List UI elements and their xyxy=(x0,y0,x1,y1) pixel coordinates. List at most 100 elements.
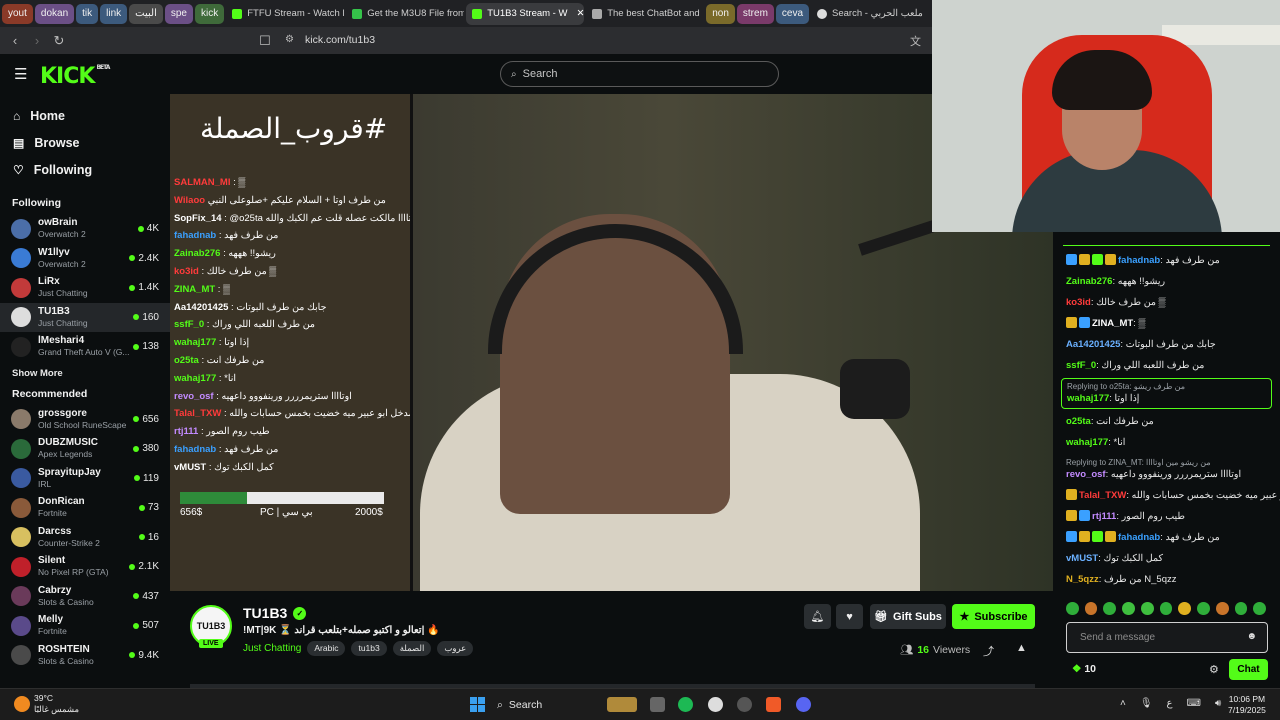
chat-message[interactable]: ssfF_0: من طرف اللعبه اللي وراك xyxy=(1053,355,1280,376)
chat-settings-icon[interactable]: ⚙ xyxy=(1209,663,1219,676)
pinned-tab[interactable]: tik xyxy=(76,3,99,24)
mic-icon[interactable]: 🎙︎ xyxy=(1140,698,1153,709)
chat-username[interactable]: Talal_TXW xyxy=(1079,490,1126,501)
url-field[interactable]: kick.com/tu1b3 xyxy=(305,34,375,46)
volume-icon[interactable]: 🔊︎ xyxy=(1215,698,1221,709)
chat-username[interactable]: rtj111 xyxy=(1092,511,1116,522)
taskbar-search[interactable]: ⌕ Search xyxy=(497,695,542,715)
chat-message[interactable]: wahaj177: *انا xyxy=(1053,432,1280,453)
emote-icon[interactable] xyxy=(1234,602,1248,615)
pinned-tab[interactable]: dokan xyxy=(34,3,75,24)
bookmark-icon[interactable]: ☐ xyxy=(254,33,276,49)
sidebar-channel[interactable]: grossgore Old School RuneScape 656 xyxy=(0,405,170,435)
forward-icon[interactable]: › xyxy=(26,33,48,48)
sidebar-channel[interactable]: Melly Fortnite 507 xyxy=(0,611,170,641)
sidebar-channel[interactable]: owBrain Overwatch 2 4K xyxy=(0,214,170,244)
sidebar-channel[interactable]: Silent No Pixel RP (GTA) 2.1K xyxy=(0,552,170,582)
network-icon[interactable]: ⌨ xyxy=(1187,698,1201,709)
search-input[interactable]: ⌕ Search xyxy=(500,61,779,87)
chat-username[interactable]: wahaj177 xyxy=(1066,437,1108,448)
report-icon[interactable]: ▲ xyxy=(1016,642,1027,654)
sidebar-channel[interactable]: W1llyv Overwatch 2 2.4K xyxy=(0,244,170,274)
chat-message[interactable]: fahadnab: من طرف فهد xyxy=(1053,250,1280,271)
start-button[interactable] xyxy=(470,697,485,712)
category-link[interactable]: Just Chatting xyxy=(243,643,301,654)
emoji-icon[interactable]: ☻ xyxy=(1246,631,1257,642)
pinned-tab[interactable]: spe xyxy=(164,3,193,24)
pinned-tab[interactable]: link xyxy=(100,3,128,24)
widget-icon[interactable] xyxy=(607,697,637,712)
emote-icon[interactable] xyxy=(1159,602,1173,615)
chat-message[interactable]: Aa14201425: جابك من طرف البوتات xyxy=(1053,334,1280,355)
chat-username[interactable]: fahadnab xyxy=(1118,255,1160,266)
sidebar-channel[interactable]: DonRican Fortnite 73 xyxy=(0,493,170,523)
chat-message[interactable]: rtj111: طيب روم الصور xyxy=(1053,506,1280,527)
emote-icon[interactable] xyxy=(1122,602,1135,615)
chat-username[interactable]: ZINA_MT xyxy=(1092,318,1133,329)
menu-icon[interactable]: ☰ xyxy=(14,65,27,83)
chat-input[interactable]: Send a message ☻ xyxy=(1066,622,1268,653)
chat-message[interactable]: vMUST: كمل الكبك توك xyxy=(1053,548,1280,569)
emote-icon[interactable] xyxy=(1103,602,1117,615)
chat-message[interactable]: N_5qzz: من طرف N_5qzz xyxy=(1053,569,1280,590)
emote-icon[interactable] xyxy=(1140,602,1154,615)
chat-username[interactable]: vMUST xyxy=(1066,553,1098,564)
task-view-icon[interactable] xyxy=(650,697,665,712)
gift-subs-button[interactable]: 🎁︎ Gift Subs xyxy=(870,604,946,629)
sidebar-channel[interactable]: SprayitupJay IRL 119 xyxy=(0,464,170,494)
chat-send-button[interactable]: Chat xyxy=(1229,659,1268,680)
chat-reply-message[interactable]: Replying to ZINA_MT: من ريشو مين اوتاااا… xyxy=(1053,453,1280,485)
chat-username[interactable]: ssfF_0 xyxy=(1066,360,1096,371)
kick-logo[interactable]: KICK BETA xyxy=(40,64,110,89)
chat-username[interactable]: wahaj177 xyxy=(1067,393,1109,404)
chat-username[interactable]: o25ta xyxy=(1066,416,1091,427)
obs-icon[interactable] xyxy=(708,697,723,712)
back-icon[interactable]: ‹ xyxy=(4,33,26,48)
sidebar-channel[interactable]: Cabrzy Slots & Casino 437 xyxy=(0,582,170,612)
chat-reply-message[interactable]: Replying to o25ta: من طرف ريشو wahaj177: … xyxy=(1061,378,1272,409)
browser-tab[interactable]: Get the M3U8 File from xyxy=(346,3,464,25)
share-icon[interactable]: ⤴ xyxy=(983,643,994,659)
clock[interactable]: 10:06 PM 7/19/2025 xyxy=(1228,694,1266,716)
show-more-button[interactable]: Show More xyxy=(0,362,170,386)
discord-icon[interactable] xyxy=(796,697,811,712)
chat-username[interactable]: ko3id xyxy=(1066,297,1091,308)
site-info-icon[interactable]: ⚙ xyxy=(285,34,294,45)
pinned-tab[interactable]: ceva xyxy=(775,3,810,24)
close-icon[interactable]: ✕ xyxy=(576,8,584,19)
emote-icon[interactable] xyxy=(1253,602,1267,615)
sidebar-channel[interactable]: TU1B3 Just Chatting 160 xyxy=(0,302,170,332)
browser-tab[interactable]: TU1B3 Stream - W ✕ xyxy=(466,2,585,25)
browser-tab[interactable]: The best ChatBot and xyxy=(586,3,704,25)
emote-icon[interactable] xyxy=(1215,602,1229,615)
chat-message[interactable]: ZINA_MT: ▒ xyxy=(1053,313,1280,334)
sidebar-item-browse[interactable]: ▤ Browse xyxy=(0,129,170,156)
emote-icon[interactable] xyxy=(1084,602,1098,615)
chat-message[interactable]: Zainab276: ريشو!! هههه xyxy=(1053,271,1280,292)
emote-icon[interactable] xyxy=(1197,602,1210,615)
follow-heart-button[interactable]: ♥ xyxy=(836,604,863,629)
chat-username[interactable]: N_5qzz xyxy=(1066,574,1099,585)
pinned-tab[interactable]: البيت xyxy=(129,3,163,24)
app-icon[interactable] xyxy=(737,697,752,712)
chat-message[interactable]: o25ta: من طرفك انت xyxy=(1053,411,1280,432)
sidebar-channel[interactable]: lMeshari4 Grand Theft Auto V (G... 138 xyxy=(0,332,170,362)
language-icon[interactable]: ع xyxy=(1167,698,1173,709)
spotify-icon[interactable] xyxy=(678,697,693,712)
sidebar-item-following[interactable]: ♡ Following xyxy=(0,156,170,183)
stream-tag[interactable]: عروب xyxy=(437,641,474,656)
brave-icon[interactable] xyxy=(766,697,781,712)
chat-username[interactable]: Aa14201425 xyxy=(1066,339,1120,350)
translate-icon[interactable]: 文 xyxy=(910,33,921,49)
sidebar-item-home[interactable]: ⌂ Home xyxy=(0,102,170,129)
emote-icon[interactable] xyxy=(1178,602,1192,615)
chat-username[interactable]: Zainab276 xyxy=(1066,276,1112,287)
stream-tag[interactable]: tu1b3 xyxy=(351,641,387,656)
stream-tag[interactable]: الصملة xyxy=(392,641,432,656)
pinned-tab[interactable]: yout xyxy=(2,3,33,24)
video-player[interactable]: #قروب_الصملة SALMAN_MI : ▒ Wilaoo من طرف … xyxy=(170,94,1053,591)
sidebar-channel[interactable]: Darcss Counter-Strike 2 16 xyxy=(0,523,170,553)
pinned-tab[interactable]: strem xyxy=(736,3,774,24)
browser-tab[interactable]: Search - ملعب الحربي xyxy=(811,3,929,25)
browser-tab[interactable]: FTFU Stream - Watch L xyxy=(226,3,344,25)
